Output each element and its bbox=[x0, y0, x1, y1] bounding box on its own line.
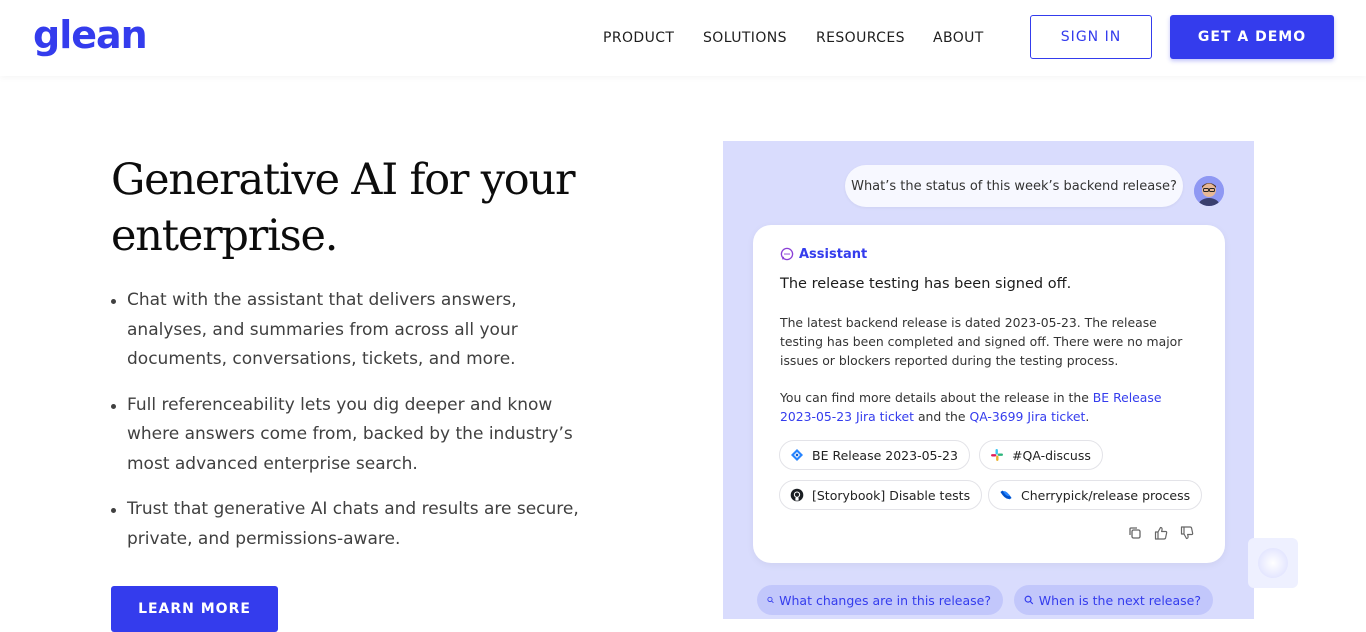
sign-in-button[interactable]: SIGN IN bbox=[1030, 15, 1152, 59]
source-chip-label: Cherrypick/release process bbox=[1021, 487, 1191, 503]
nav-resources[interactable]: RESOURCES bbox=[816, 29, 905, 47]
source-chip-be-release[interactable]: BE Release 2023-05-23 bbox=[779, 440, 970, 470]
assistant-chat-icon bbox=[780, 247, 794, 261]
source-chip-label: #QA-discuss bbox=[1012, 447, 1091, 463]
github-icon bbox=[790, 488, 804, 502]
confluence-icon bbox=[1000, 490, 1012, 500]
feature-item: Trust that generative AI chats and resul… bbox=[111, 495, 601, 554]
chat-widget-orb-icon bbox=[1258, 548, 1288, 578]
search-icon bbox=[1024, 595, 1034, 605]
learn-more-button[interactable]: LEARN MORE bbox=[111, 586, 278, 632]
references-suffix: . bbox=[1085, 409, 1090, 424]
hero-title-line-1: Generative AI for your bbox=[111, 155, 576, 205]
response-references: You can find more details about the rele… bbox=[780, 388, 1190, 426]
hero-title-line-2: enterprise. bbox=[111, 211, 338, 261]
suggestion-next-release[interactable]: When is the next release? bbox=[1014, 585, 1213, 615]
response-headline: The release testing has been signed off. bbox=[780, 276, 1072, 292]
feature-item: Chat with the assistant that delivers an… bbox=[111, 286, 601, 375]
search-icon bbox=[767, 596, 774, 604]
references-mid: and the bbox=[914, 409, 970, 424]
slack-icon bbox=[991, 449, 1003, 461]
source-chip-cherrypick[interactable]: Cherrypick/release process bbox=[988, 480, 1203, 510]
site-header: glean PRODUCT SOLUTIONS RESOURCES ABOUT … bbox=[0, 0, 1366, 76]
assistant-label: Assistant bbox=[799, 247, 868, 262]
get-a-demo-button[interactable]: GET A DEMO bbox=[1170, 15, 1334, 59]
source-chip-label: BE Release 2023-05-23 bbox=[812, 447, 958, 463]
response-body: The latest backend release is dated 2023… bbox=[780, 315, 1183, 368]
assistant-demo-panel: What’s the status of this week’s backend… bbox=[723, 141, 1254, 619]
source-chip-storybook[interactable]: [Storybook] Disable tests bbox=[779, 480, 983, 510]
qa-3699-jira-link[interactable]: QA-3699 Jira ticket bbox=[969, 409, 1085, 424]
floating-chat-widget[interactable] bbox=[1248, 538, 1298, 588]
user-avatar bbox=[1194, 176, 1224, 206]
glean-logo[interactable]: glean bbox=[33, 12, 148, 58]
suggestion-label: What changes are in this release? bbox=[779, 592, 991, 608]
thumbs-up-icon[interactable] bbox=[1153, 525, 1169, 541]
feature-list: Chat with the assistant that delivers an… bbox=[111, 286, 601, 570]
source-chip-label: [Storybook] Disable tests bbox=[812, 487, 971, 503]
jira-icon bbox=[791, 449, 803, 461]
source-chip-qa-discuss[interactable]: #QA-discuss bbox=[979, 440, 1103, 470]
references-prefix: You can find more details about the rele… bbox=[780, 390, 1093, 405]
suggestion-what-changes[interactable]: What changes are in this release? bbox=[757, 585, 1003, 615]
assistant-response-card: Assistant The release testing has been s… bbox=[753, 225, 1225, 563]
feature-item: Full referenceability lets you dig deepe… bbox=[111, 391, 601, 480]
user-question-bubble: What’s the status of this week’s backend… bbox=[845, 165, 1183, 207]
hero-title: Generative AI for your enterprise. bbox=[111, 152, 631, 264]
nav-about[interactable]: ABOUT bbox=[933, 29, 984, 47]
copy-icon[interactable] bbox=[1127, 525, 1143, 541]
suggestion-label: When is the next release? bbox=[1038, 592, 1201, 608]
thumbs-down-icon[interactable] bbox=[1179, 525, 1195, 541]
nav-product[interactable]: PRODUCT bbox=[603, 29, 674, 47]
nav-solutions[interactable]: SOLUTIONS bbox=[703, 29, 787, 47]
